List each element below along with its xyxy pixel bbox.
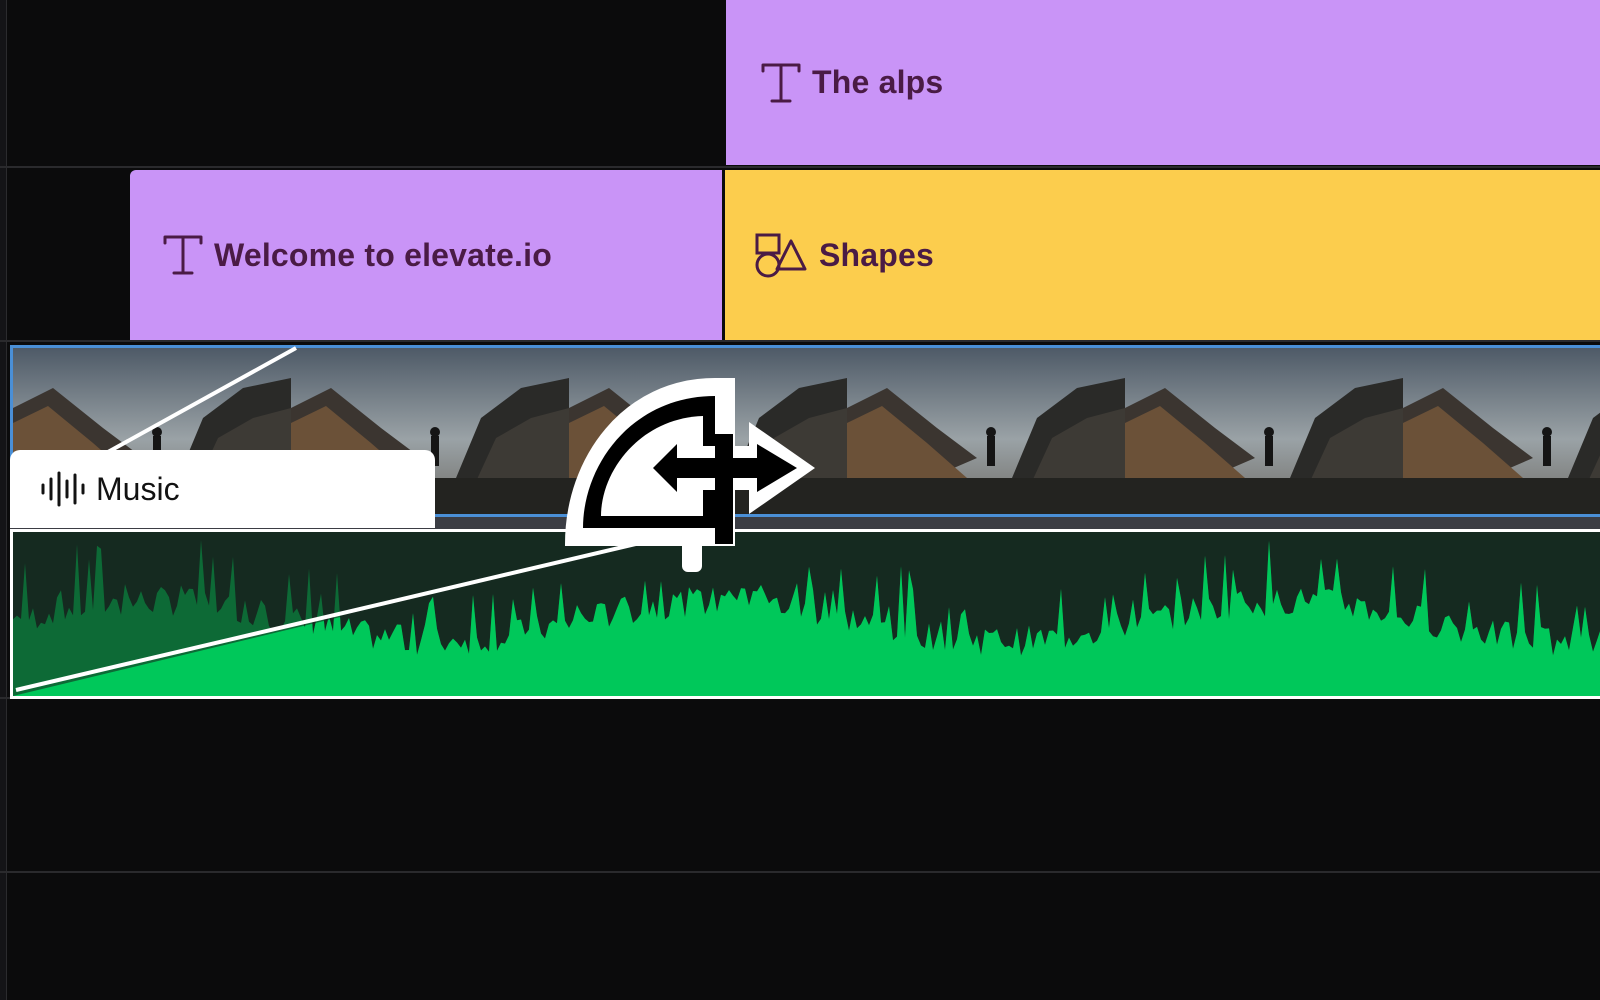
clip-shapes[interactable]: Shapes: [725, 170, 1600, 340]
waveform-icon: [40, 471, 86, 507]
clip-label: The alps: [812, 64, 944, 100]
fade-drag-cursor-icon: [564, 378, 820, 578]
row-divider: [0, 340, 1600, 342]
clip-label: Welcome to elevate.io: [214, 236, 552, 273]
video-thumbnail: [1125, 348, 1403, 514]
clip-the-alps[interactable]: The alps: [726, 0, 1600, 165]
video-thumbnail: [1403, 348, 1600, 514]
timeline: The alps Welcome to elevate.io Shapes Mu…: [0, 0, 1600, 1000]
text-icon: [760, 61, 802, 105]
row-divider: [0, 166, 1600, 168]
audio-label[interactable]: Music: [10, 450, 435, 528]
timeline-left-edge: [0, 0, 7, 1000]
audio-label-text: Music: [96, 470, 180, 507]
video-thumbnail: [847, 348, 1125, 514]
shapes-icon: [753, 229, 809, 281]
row-divider: [0, 871, 1600, 873]
text-icon: [162, 233, 204, 277]
clip-welcome[interactable]: Welcome to elevate.io: [130, 170, 722, 340]
clip-label: Shapes: [819, 236, 935, 273]
